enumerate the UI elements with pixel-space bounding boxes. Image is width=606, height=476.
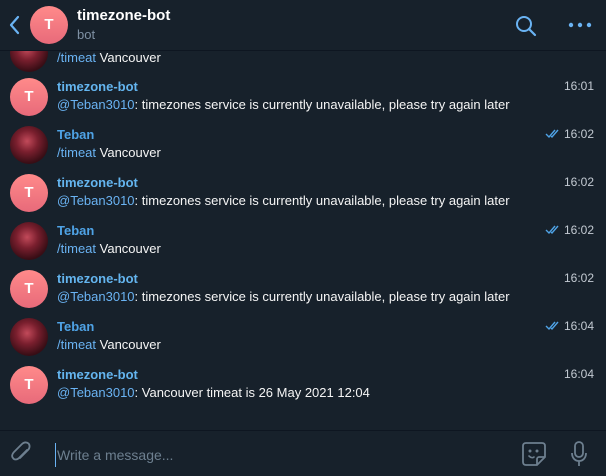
mention-link[interactable]: @Teban3010: [57, 289, 135, 304]
message-text: @Teban3010: Vancouver timeat is 26 May 2…: [57, 385, 370, 400]
message-item: Teban 16:02 /timeat Vancouver: [0, 126, 606, 174]
mention-link[interactable]: @Teban3010: [57, 385, 135, 400]
message-time: 16:04: [545, 319, 594, 333]
mention-link[interactable]: @Teban3010: [57, 97, 135, 112]
search-icon[interactable]: [514, 14, 538, 38]
user-avatar[interactable]: [10, 126, 48, 164]
message-item: Teban 16:04 /timeat Vancouver: [0, 318, 606, 366]
message-time: 16:02: [545, 223, 594, 237]
sender-name[interactable]: Teban: [57, 319, 94, 334]
sender-name[interactable]: timezone-bot: [57, 175, 138, 190]
message-time: 16:04: [563, 367, 594, 381]
command-link[interactable]: /timeat: [57, 50, 96, 65]
sender-name[interactable]: timezone-bot: [57, 367, 138, 382]
command-link[interactable]: /timeat: [57, 337, 96, 352]
user-avatar[interactable]: [10, 222, 48, 260]
message-text: @Teban3010: timezones service is current…: [57, 193, 510, 208]
user-avatar[interactable]: [10, 318, 48, 356]
more-dots-icon[interactable]: [566, 18, 594, 32]
message-text: @Teban3010: timezones service is current…: [57, 289, 510, 304]
message-time: 16:02: [545, 127, 594, 141]
message-item: T timezone-bot 16:01 @Teban3010: timezon…: [0, 78, 606, 126]
sticker-emoji-icon[interactable]: [521, 441, 547, 467]
message-text: /timeat Vancouver: [57, 145, 161, 160]
chat-header: T timezone-bot bot: [0, 0, 606, 51]
microphone-icon[interactable]: [570, 440, 588, 468]
back-chevron-icon[interactable]: [6, 14, 24, 36]
chat-subtitle: bot: [77, 27, 96, 42]
sender-name[interactable]: Teban: [57, 223, 94, 238]
message-time: 16:02: [563, 175, 594, 189]
message-item: T timezone-bot 16:04 @Teban3010: Vancouv…: [0, 366, 606, 414]
paperclip-icon[interactable]: [10, 441, 34, 467]
double-check-icon: [545, 129, 559, 139]
message-text: /timeat Vancouver: [57, 337, 161, 352]
message-time: 16:01: [563, 79, 594, 93]
message-item: Teban 16:02 /timeat Vancouver: [0, 222, 606, 270]
bot-avatar[interactable]: T: [10, 174, 48, 212]
bot-avatar[interactable]: T: [10, 270, 48, 308]
bot-avatar[interactable]: T: [10, 366, 48, 404]
double-check-icon: [545, 321, 559, 331]
message-text: @Teban3010: timezones service is current…: [57, 97, 510, 112]
mention-link[interactable]: @Teban3010: [57, 193, 135, 208]
message-text: /timeat Vancouver: [57, 241, 161, 256]
message-item: T timezone-bot 16:02 @Teban3010: timezon…: [0, 174, 606, 222]
message-item: T timezone-bot 16:02 @Teban3010: timezon…: [0, 270, 606, 318]
message-time: 16:02: [563, 271, 594, 285]
sender-name[interactable]: timezone-bot: [57, 79, 138, 94]
message-text: /timeat Vancouver: [57, 50, 161, 65]
bot-avatar[interactable]: T: [10, 78, 48, 116]
sender-name[interactable]: timezone-bot: [57, 271, 138, 286]
command-link[interactable]: /timeat: [57, 145, 96, 160]
command-link[interactable]: /timeat: [57, 241, 96, 256]
chat-title[interactable]: timezone-bot: [77, 7, 170, 24]
message-composer: [0, 430, 606, 476]
chat-avatar[interactable]: T: [30, 6, 68, 44]
message-input[interactable]: [55, 443, 499, 467]
double-check-icon: [545, 225, 559, 235]
sender-name[interactable]: Teban: [57, 127, 94, 142]
message-list[interactable]: /timeat Vancouver T timezone-bot 16:01 @…: [0, 0, 606, 430]
